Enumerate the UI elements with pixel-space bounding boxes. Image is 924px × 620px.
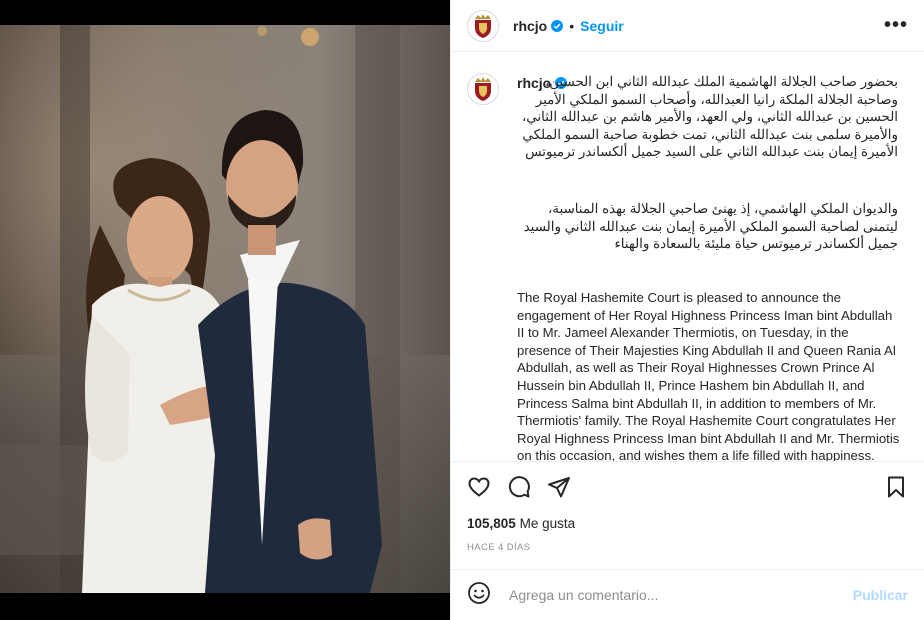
caption-english-paragraph: The Royal Hashemite Court is pleased to …: [517, 290, 900, 462]
comment-bar: Publicar: [451, 569, 924, 620]
post-media: [0, 0, 450, 620]
bookmark-icon[interactable]: [884, 475, 908, 499]
username[interactable]: rhcjo: [513, 18, 547, 34]
caption-scroll-area[interactable]: rhcjo بحضور صاحب الجلالة الهاشمية الملك …: [451, 53, 924, 462]
comment-input[interactable]: [507, 586, 853, 604]
heart-icon[interactable]: [467, 475, 491, 499]
avatar[interactable]: [467, 9, 499, 42]
caption-arabic-paragraph-1: بحضور صاحب الجلالة الهاشمية الملك عبدالل…: [521, 74, 898, 160]
follow-button[interactable]: Seguir: [580, 18, 624, 34]
post-side-panel: rhcjo • Seguir ••• rhcjo بحضور صاحب الجل…: [450, 0, 924, 620]
caption-avatar[interactable]: [467, 73, 499, 105]
more-options-icon[interactable]: •••: [884, 14, 908, 37]
likes-label: Me gusta: [519, 516, 576, 531]
emoji-icon[interactable]: [467, 581, 491, 610]
publish-button[interactable]: Publicar: [853, 587, 908, 603]
action-bar: [451, 462, 924, 512]
likes-number: 105,805: [467, 516, 516, 531]
verified-badge-icon: [551, 19, 564, 32]
likes-count[interactable]: 105,805 Me gusta: [467, 516, 575, 531]
post-header: rhcjo • Seguir •••: [451, 0, 924, 52]
royal-crest-icon: [475, 77, 491, 101]
post-photo[interactable]: [0, 25, 450, 593]
separator-dot: •: [569, 17, 575, 34]
post-timestamp[interactable]: HACE 4 DÍAS: [467, 542, 531, 553]
paper-plane-icon[interactable]: [547, 475, 571, 499]
royal-crest-icon: [475, 13, 491, 38]
caption-arabic-paragraph-2: والديوان الملكي الهاشمي، إذ يهنئ صاحبي ا…: [523, 201, 898, 252]
comment-bubble-icon[interactable]: [507, 475, 531, 499]
